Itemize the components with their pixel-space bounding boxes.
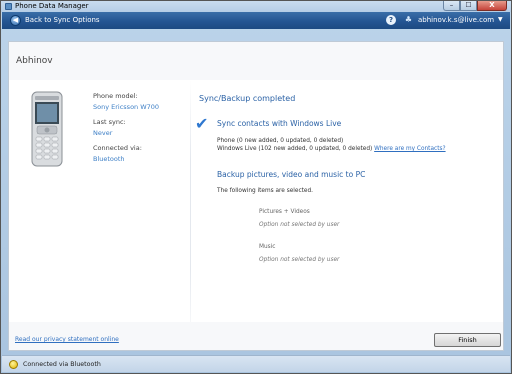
- checkmark-icon: ✔: [195, 114, 209, 133]
- window-controls: – ☐ X: [443, 1, 507, 11]
- phone-image: [31, 91, 63, 167]
- live-contacts-result-row: Windows Live (102 new added, 0 updated, …: [217, 146, 446, 152]
- close-button[interactable]: X: [477, 1, 507, 11]
- maximize-button[interactable]: ☐: [460, 1, 477, 11]
- minimize-button[interactable]: –: [443, 1, 460, 11]
- top-navigation: ◀ Back to Sync Options ? ♣ abhinov.k.s@l…: [2, 12, 510, 29]
- connected-via-label: Connected via:: [93, 144, 142, 152]
- account-menu[interactable]: abhinov.k.s@live.com: [418, 16, 494, 24]
- completion-heading: Sync/Backup completed: [199, 94, 296, 103]
- last-sync-label: Last sync:: [93, 118, 126, 126]
- last-sync-value: Never: [93, 129, 113, 137]
- live-contacts-result: Windows Live (102 new added, 0 updated, …: [217, 146, 373, 152]
- window-title: Phone Data Manager: [15, 2, 89, 10]
- windows-live-messenger-icon[interactable]: ♣: [403, 15, 414, 25]
- back-arrow-icon[interactable]: ◀: [10, 15, 21, 26]
- finish-button[interactable]: Finish: [434, 333, 501, 347]
- back-to-sync-options-link[interactable]: Back to Sync Options: [25, 16, 100, 24]
- app-window: Phone Data Manager – ☐ X ◀ Back to Sync …: [0, 0, 512, 374]
- main-panel: Abhinov Phone model: Sony Ericsson W700 …: [8, 41, 504, 351]
- status-bar: Connected via Bluetooth: [2, 355, 510, 372]
- phone-model-value: Sony Ericsson W700: [93, 103, 160, 111]
- backup-item-note: Option not selected by user: [259, 257, 340, 263]
- backup-item-note: Option not selected by user: [259, 222, 340, 228]
- sync-contacts-heading: Sync contacts with Windows Live: [217, 119, 342, 128]
- backup-heading: Backup pictures, video and music to PC: [217, 170, 366, 179]
- app-icon: [5, 3, 12, 10]
- panel-header: [9, 42, 503, 80]
- where-are-my-contacts-link[interactable]: Where are my Contacts?: [374, 146, 445, 152]
- panel-divider: [190, 80, 191, 350]
- phone-contacts-result: Phone (0 new added, 0 updated, 0 deleted…: [217, 138, 344, 144]
- connected-via-value: Bluetooth: [93, 155, 125, 163]
- backup-item-music: Music: [259, 244, 276, 250]
- backup-intro: The following items are selected.: [217, 188, 314, 194]
- bluetooth-status-icon: [9, 360, 18, 369]
- chevron-down-icon[interactable]: ▼: [498, 16, 503, 23]
- backup-item-pictures-videos: Pictures + Videos: [259, 209, 310, 215]
- help-icon[interactable]: ?: [386, 15, 396, 25]
- privacy-statement-link[interactable]: Read our privacy statement online: [15, 336, 119, 343]
- phone-model-label: Phone model:: [93, 92, 138, 100]
- title-bar[interactable]: Phone Data Manager – ☐ X: [1, 1, 511, 12]
- user-name: Abhinov: [16, 56, 53, 66]
- connection-status: Connected via Bluetooth: [23, 361, 101, 368]
